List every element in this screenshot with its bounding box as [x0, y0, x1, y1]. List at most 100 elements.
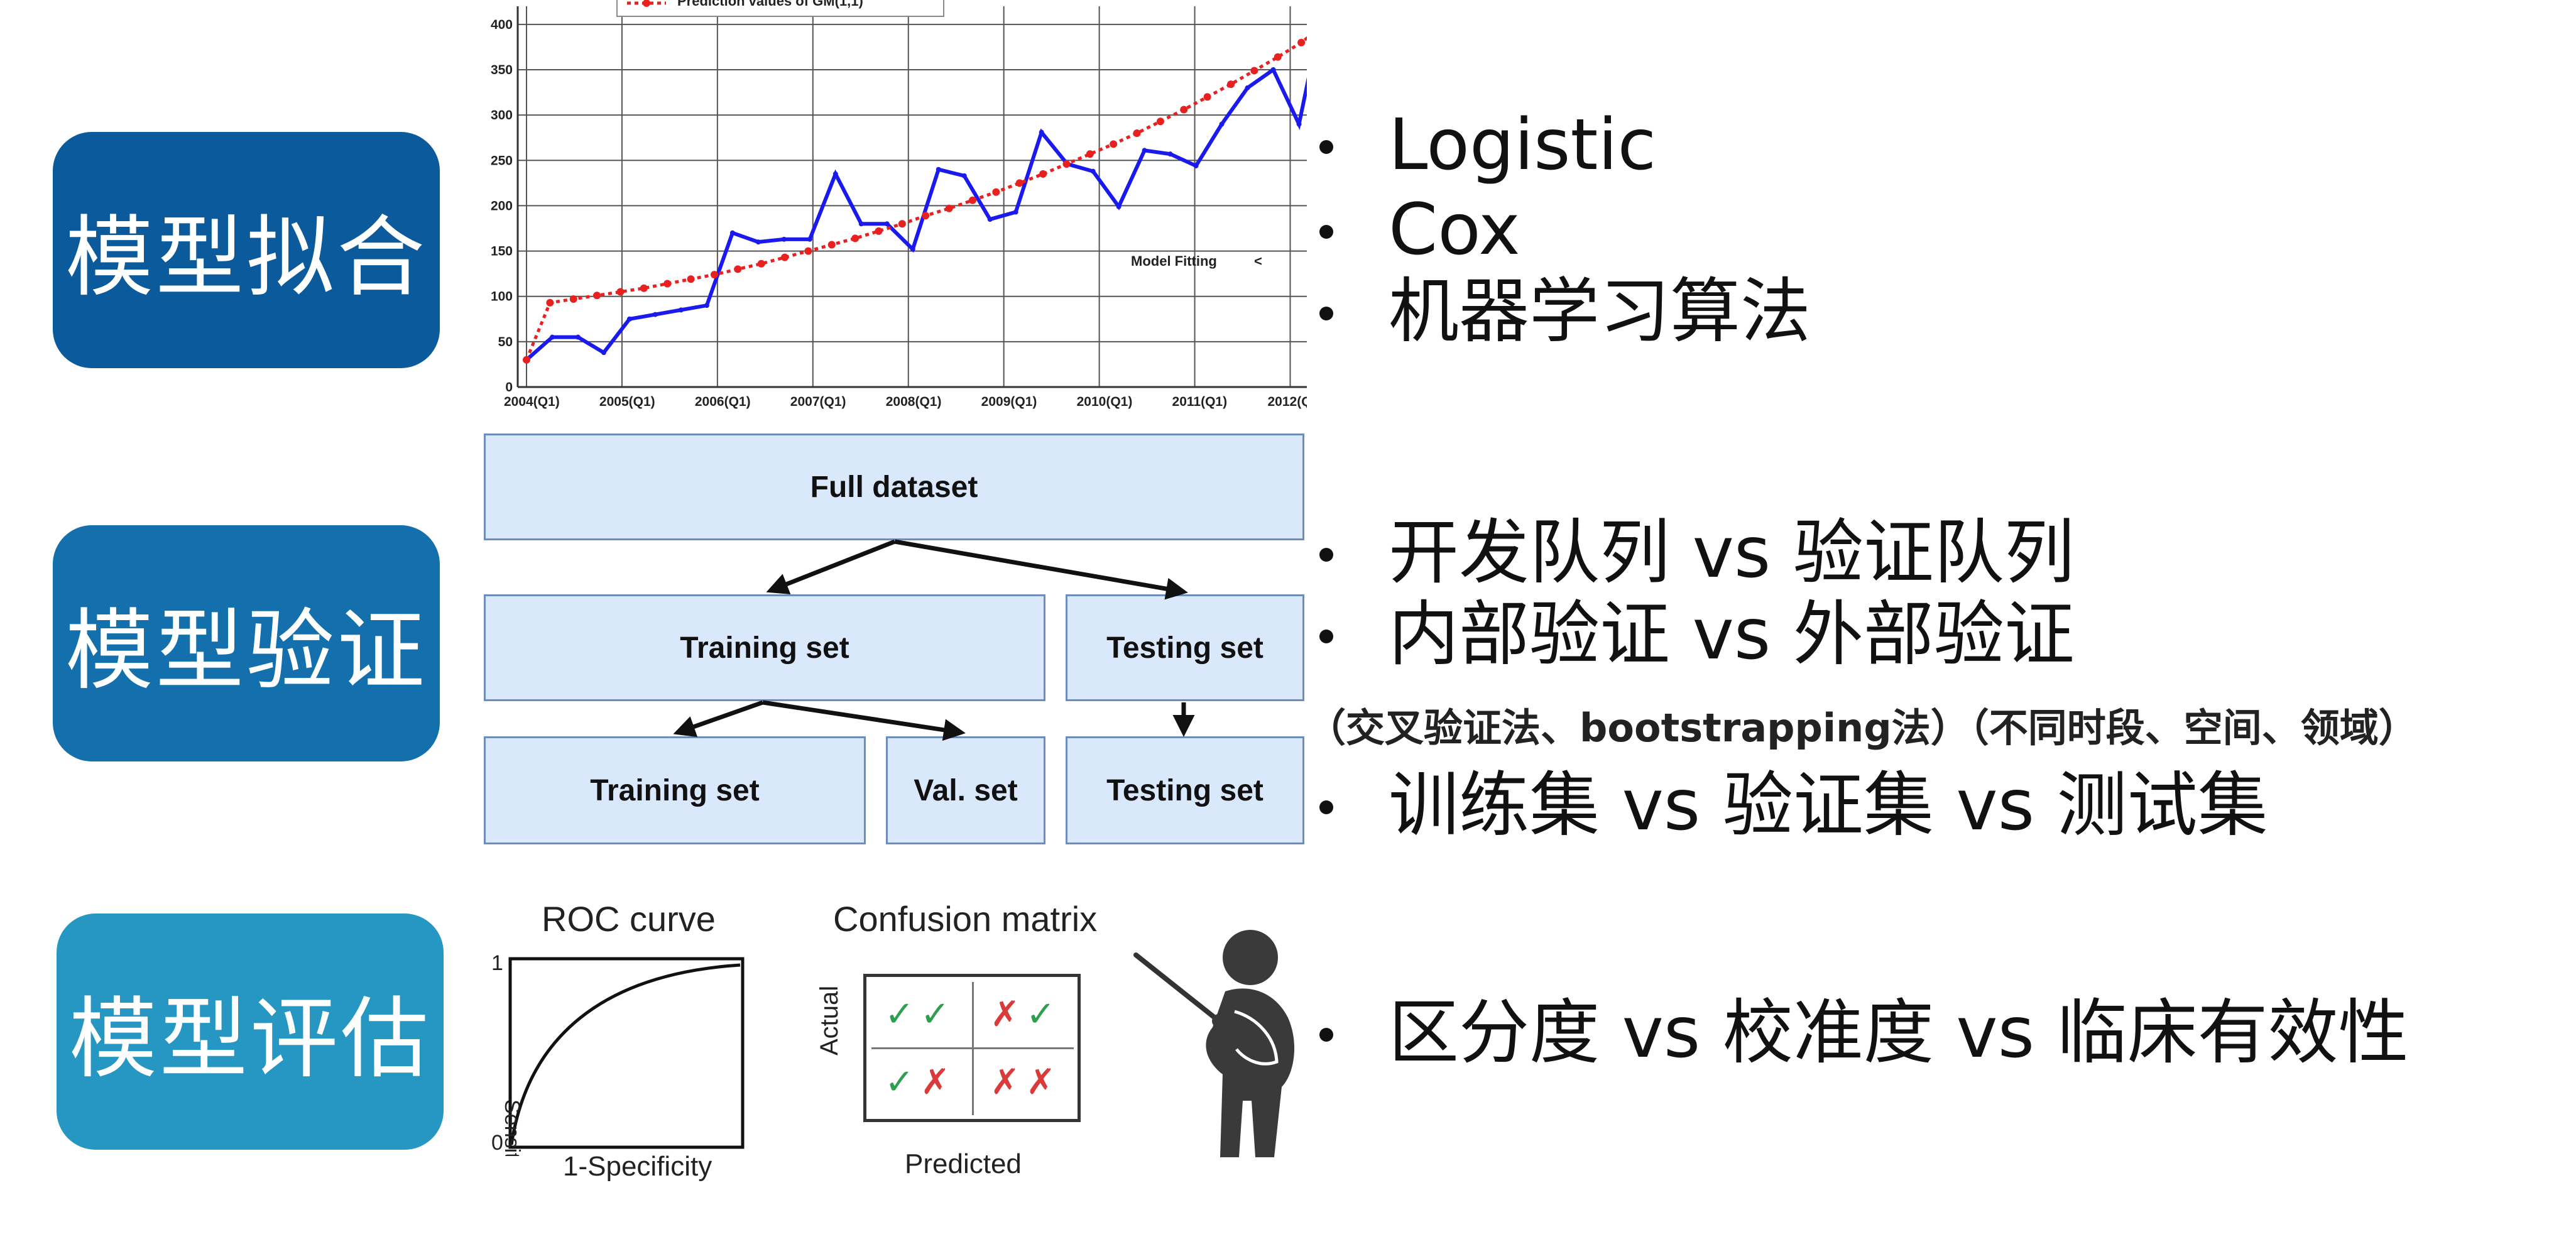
- matrix-cell-2: ✓ ✗: [866, 1051, 974, 1113]
- training-set-label: Training set: [680, 631, 849, 665]
- actual-point-2: [575, 334, 581, 340]
- roc-xlabel: 1-Specificity: [563, 1151, 712, 1182]
- prediction-point-3: [593, 292, 601, 300]
- actual-point-23: [1116, 204, 1122, 209]
- x-tick-label-4: 2008(Q1): [886, 395, 942, 409]
- full-dataset-box: Full dataset: [484, 434, 1304, 540]
- y-tick-label-1: 50: [498, 335, 513, 349]
- actual-point-9: [755, 239, 761, 245]
- prediction-point-21: [1015, 179, 1023, 187]
- actual-point-10: [781, 236, 787, 242]
- actual-point-22: [1090, 168, 1096, 174]
- confusion-xlabel: Predicted: [905, 1148, 1022, 1179]
- prediction-point-30: [1227, 80, 1235, 89]
- stage-label-fitting: 模型拟合: [53, 132, 440, 368]
- actual-point-13: [858, 221, 864, 227]
- evaluation-bullet-metrics: 区分度 vs 校准度 vs 临床有效性: [1319, 992, 2409, 1074]
- stage-label-validation-text: 模型验证: [65, 600, 427, 702]
- y-tick-label-3: 150: [491, 244, 513, 259]
- arrow-full-to-testing: [894, 539, 1188, 600]
- roc-y-top: 1: [491, 951, 503, 975]
- matrix-mark-2-1: ✗: [920, 1061, 956, 1103]
- matrix-mark-3-0: ✗: [990, 1061, 1026, 1103]
- actual-point-4: [626, 316, 632, 322]
- matrix-divider-h: [871, 1047, 1074, 1049]
- legend-entry-prediction: Prediction values of GM(1,1): [677, 0, 863, 9]
- testing-final-box: Testing set: [1066, 736, 1304, 844]
- actual-point-12: [832, 171, 838, 177]
- prediction-point-10: [757, 259, 765, 268]
- chart-annotation-model-fitting: Model Fitting: [1131, 253, 1217, 269]
- model-fitting-chart: 0 50 100 150 200 250 300 350 400 2004(Q1) 2005(Q1)…: [478, 0, 1307, 421]
- actual-point-7: [704, 303, 709, 308]
- roc-title: ROC curve: [542, 899, 716, 939]
- prediction-point-4: [616, 288, 625, 296]
- chart-annotation-arrow: <: [1254, 253, 1262, 269]
- prediction-point-31: [1250, 67, 1258, 75]
- actual-point-5: [652, 312, 658, 317]
- testing-set-label: Testing set: [1106, 631, 1263, 665]
- prediction-point-32: [1274, 53, 1282, 61]
- x-tick-label-6: 2010(Q1): [1077, 395, 1133, 409]
- arrow-training-to-subset: [673, 700, 764, 738]
- confusion-matrix: ✓ ✓ ✗ ✓ ✓ ✗ ✗ ✗: [863, 974, 1081, 1122]
- actual-point-15: [910, 246, 915, 252]
- actual-point-19: [1013, 209, 1018, 215]
- prediction-point-9: [734, 265, 742, 273]
- stage-label-evaluation-text: 模型评估: [68, 988, 431, 1091]
- actual-point-25: [1167, 151, 1173, 157]
- prediction-point-26: [1133, 129, 1141, 137]
- chart-legend: Prediction values of GM(1,1): [616, 0, 944, 17]
- roc-curve-plot: 1 0 Sensitivity: [491, 951, 745, 1156]
- x-tick-label-7: 2011(Q1): [1172, 395, 1228, 409]
- testing-final-label: Testing set: [1106, 773, 1263, 807]
- matrix-mark-0-0: ✓: [885, 993, 920, 1035]
- prediction-point-22: [1039, 170, 1047, 178]
- prediction-point-1: [546, 298, 554, 307]
- prediction-point-16: [898, 220, 906, 228]
- prediction-point-23: [1062, 160, 1071, 168]
- y-tick-label-6: 300: [491, 108, 513, 123]
- actual-point-26: [1193, 163, 1199, 168]
- stage-label-fitting-text: 模型拟合: [65, 207, 427, 309]
- prediction-point-24: [1086, 150, 1094, 158]
- prediction-point-5: [640, 284, 648, 292]
- training-subset-label: Training set: [590, 773, 760, 807]
- actual-point-30: [1296, 121, 1302, 127]
- prediction-point-13: [827, 241, 836, 249]
- prediction-point-33: [1297, 38, 1306, 46]
- prediction-point-14: [851, 234, 860, 243]
- prediction-point-0: [523, 356, 530, 364]
- prediction-point-15: [875, 227, 883, 235]
- x-tick-label-8: 2012(Q1): [1267, 395, 1307, 409]
- validation-set-label: Val. set: [914, 773, 1018, 807]
- prediction-point-12: [804, 247, 812, 255]
- y-tick-label-2: 100: [491, 290, 513, 304]
- x-tick-label-2: 2006(Q1): [695, 395, 751, 409]
- y-tick-label-7: 350: [491, 63, 513, 77]
- validation-set-box: Val. set: [886, 736, 1045, 844]
- matrix-mark-3-1: ✗: [1026, 1061, 1062, 1103]
- validation-bullet-cohorts: 开发队列 vs 验证队列: [1319, 512, 2075, 594]
- validation-bullet-sets: 训练集 vs 验证集 vs 测试集: [1319, 765, 2268, 846]
- fitting-bullet-logistic: Logistic: [1319, 104, 1657, 186]
- actual-point-11: [807, 236, 812, 242]
- actual-point-8: [729, 230, 735, 236]
- full-dataset-label: Full dataset: [810, 470, 978, 504]
- actual-point-24: [1142, 148, 1147, 153]
- prediction-point-18: [945, 204, 953, 212]
- prediction-point-2: [569, 295, 577, 303]
- actual-point-16: [936, 166, 941, 172]
- x-tick-label-0: 2004(Q1): [504, 395, 560, 409]
- actual-point-18: [987, 217, 993, 222]
- arrow-training-to-val: [762, 700, 966, 741]
- confusion-ylabel: Actual: [816, 985, 843, 1055]
- stage-label-validation: 模型验证: [53, 525, 440, 761]
- prediction-point-19: [968, 196, 976, 204]
- x-tick-label-1: 2005(Q1): [599, 395, 655, 409]
- prediction-point-28: [1180, 106, 1188, 114]
- y-tick-label-8: 400: [491, 18, 513, 32]
- testing-set-box: Testing set: [1066, 594, 1304, 701]
- training-subset-box: Training set: [484, 736, 866, 844]
- actual-point-28: [1245, 85, 1250, 90]
